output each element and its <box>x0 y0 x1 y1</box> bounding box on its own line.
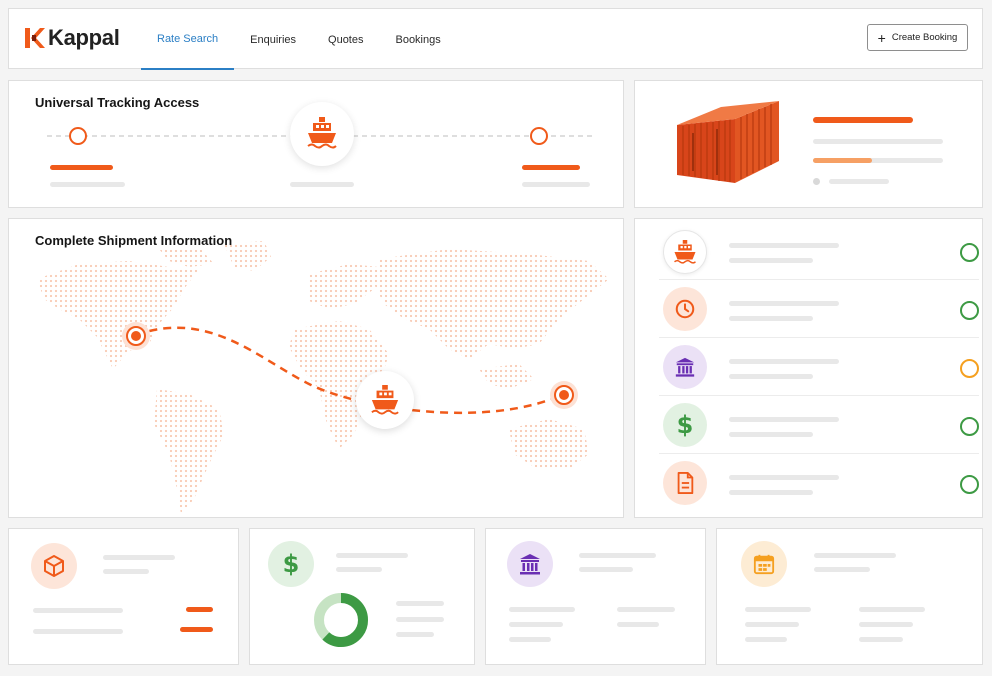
map-vessel-marker <box>356 371 414 429</box>
origin-progress-bar <box>50 165 113 170</box>
package-card <box>8 528 239 665</box>
payments-donut-chart <box>314 593 368 647</box>
package-line-4 <box>33 629 123 634</box>
customs-line-6 <box>617 607 675 612</box>
schedule-line-5 <box>745 637 787 642</box>
customs-line-5 <box>509 637 551 642</box>
schedule-line-1 <box>814 553 896 558</box>
shipment-map-card: Complete Shipment Information <box>8 218 624 518</box>
schedule-line-4 <box>745 622 799 627</box>
box-icon <box>31 543 77 589</box>
container-placeholder-bar <box>813 139 943 144</box>
status-indicator <box>960 301 979 320</box>
schedule-line-3 <box>745 607 811 612</box>
destination-marker <box>530 127 548 145</box>
nav-enquiries[interactable]: Enquiries <box>234 9 312 70</box>
payments-line-1 <box>336 553 408 558</box>
calendar-icon <box>741 541 787 587</box>
payments-line-3 <box>396 601 444 606</box>
schedule-line-2 <box>814 567 870 572</box>
customs-building-icon <box>507 541 553 587</box>
status-line-1 <box>729 475 839 480</box>
status-indicator <box>960 475 979 494</box>
ship-icon <box>663 230 707 274</box>
dollar-icon: $ <box>268 541 314 587</box>
world-map <box>37 241 609 514</box>
container-dot <box>813 178 820 185</box>
document-icon <box>663 461 707 505</box>
create-booking-button[interactable]: + Create Booking <box>867 24 968 51</box>
package-line-2 <box>103 569 149 574</box>
status-line-1 <box>729 417 839 422</box>
top-navigation-bar: Kappal Rate Search Enquiries Quotes Book… <box>8 8 983 70</box>
kappal-logo-icon <box>25 28 45 48</box>
status-line-2 <box>729 258 813 263</box>
ship-icon <box>371 385 399 415</box>
customs-card <box>485 528 706 665</box>
dollar-icon: $ <box>663 403 707 447</box>
nav-quotes[interactable]: Quotes <box>312 9 379 70</box>
payments-line-2 <box>336 567 382 572</box>
tracking-title: Universal Tracking Access <box>35 95 200 110</box>
package-accent-bar-2 <box>180 627 213 632</box>
map-destination-marker <box>550 381 578 409</box>
status-row-customs[interactable] <box>659 339 979 396</box>
vessel-marker <box>290 102 354 166</box>
package-accent-bar-1 <box>186 607 213 612</box>
container-status-bar <box>813 117 913 123</box>
status-indicator <box>960 243 979 262</box>
ship-icon <box>307 117 337 149</box>
nav-rate-search[interactable]: Rate Search <box>141 9 235 70</box>
map-title: Complete Shipment Information <box>35 233 233 248</box>
customs-line-1 <box>579 553 656 558</box>
schedule-line-6 <box>859 607 925 612</box>
map-origin-marker <box>122 322 150 350</box>
status-line-2 <box>729 316 813 321</box>
status-line-1 <box>729 359 839 364</box>
container-card <box>634 80 983 208</box>
customs-line-2 <box>579 567 633 572</box>
status-row-documents[interactable] <box>659 455 979 512</box>
status-row-payment[interactable]: $ <box>659 397 979 454</box>
tracking-card: Universal Tracking Access <box>8 80 624 208</box>
container-progress-track <box>813 158 943 163</box>
main-nav: Rate Search Enquiries Quotes Bookings <box>141 9 457 70</box>
origin-placeholder-bar <box>50 182 125 187</box>
create-booking-label: Create Booking <box>891 32 958 43</box>
origin-marker <box>69 127 87 145</box>
schedule-line-8 <box>859 637 903 642</box>
schedule-line-7 <box>859 622 913 627</box>
status-indicator-pending <box>960 359 979 378</box>
payments-line-4 <box>396 617 444 622</box>
customs-line-7 <box>617 622 659 627</box>
plus-icon: + <box>877 29 886 46</box>
status-line-2 <box>729 432 813 437</box>
customs-line-4 <box>509 622 563 627</box>
status-line-1 <box>729 243 839 248</box>
schedule-card <box>716 528 983 665</box>
customs-line-3 <box>509 607 575 612</box>
package-line-1 <box>103 555 175 560</box>
status-indicator <box>960 417 979 436</box>
status-row-vessel[interactable] <box>659 223 979 280</box>
status-list-card: $ <box>634 218 983 518</box>
clock-icon <box>663 287 707 331</box>
vessel-placeholder-bar <box>290 182 354 187</box>
payments-line-5 <box>396 632 434 637</box>
status-line-1 <box>729 301 839 306</box>
status-line-2 <box>729 374 813 379</box>
brand-name: Kappal <box>48 25 120 50</box>
container-progress-fill <box>813 158 872 163</box>
status-line-2 <box>729 490 813 495</box>
destination-placeholder-bar <box>522 182 590 187</box>
shipping-container-image <box>677 101 779 183</box>
container-detail-bar <box>829 179 889 184</box>
payments-card: $ <box>249 528 475 665</box>
kappal-logo[interactable]: Kappal <box>25 25 120 51</box>
package-line-3 <box>33 608 123 613</box>
status-row-schedule[interactable] <box>659 281 979 338</box>
destination-progress-bar <box>522 165 580 170</box>
nav-bookings[interactable]: Bookings <box>379 9 456 70</box>
customs-building-icon <box>663 345 707 389</box>
